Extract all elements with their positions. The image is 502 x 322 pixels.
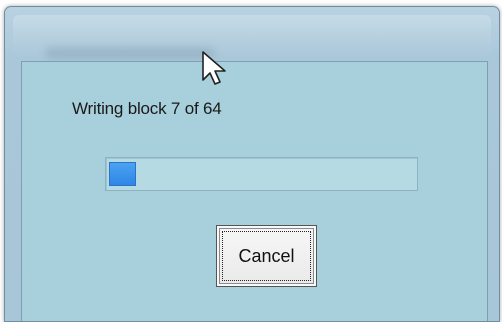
cancel-button-label: Cancel xyxy=(238,245,295,266)
dialog-client-area: Writing block 7 of 64 Cancel xyxy=(21,61,488,321)
progress-bar xyxy=(105,157,418,191)
title-bar-text-blur xyxy=(45,47,215,59)
mouse-pointer-icon xyxy=(202,51,226,85)
progress-bar-fill xyxy=(109,162,136,186)
cancel-button[interactable]: Cancel xyxy=(216,225,317,287)
progress-dialog-window: Writing block 7 of 64 Cancel xyxy=(4,6,500,322)
status-text: Writing block 7 of 64 xyxy=(72,99,222,118)
